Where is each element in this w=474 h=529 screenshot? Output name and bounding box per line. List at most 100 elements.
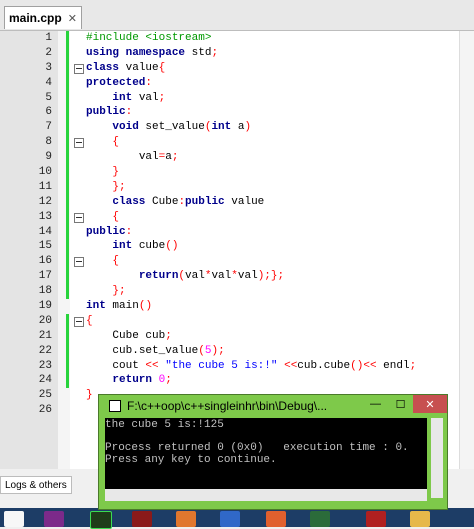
tab-label: main.cpp — [9, 11, 62, 25]
code-text: #include <iostream> — [86, 32, 212, 44]
line-number: 5 — [45, 91, 52, 104]
change-bar — [66, 135, 69, 151]
code-text: int val; — [112, 91, 166, 104]
line-number: 9 — [45, 151, 52, 164]
console-title: F:\c++oop\c++singleinhr\bin\Debug\... — [127, 399, 328, 413]
change-bar — [66, 373, 69, 389]
console-window[interactable]: F:\c++oop\c++singleinhr\bin\Debug\... — … — [98, 394, 448, 510]
editor-vertical-scrollbar[interactable] — [459, 31, 474, 469]
console-vertical-scrollbar[interactable] — [431, 418, 443, 498]
fold-toggle-icon[interactable] — [74, 212, 84, 223]
code-text: { — [112, 210, 120, 223]
line-number: 15 — [38, 240, 52, 253]
change-bar — [66, 179, 69, 195]
tab-close-icon[interactable]: ✕ — [68, 12, 77, 25]
change-bar — [66, 209, 69, 225]
code-text: class value{ — [86, 61, 166, 74]
change-bar — [66, 269, 69, 285]
change-bar — [66, 90, 69, 106]
close-button[interactable]: ✕ — [413, 395, 447, 413]
code-text: public: — [86, 106, 133, 119]
fold-toggle-icon[interactable] — [74, 63, 84, 74]
fold-toggle-icon[interactable] — [74, 316, 84, 327]
line-number: 12 — [38, 195, 52, 208]
tab-main-cpp[interactable]: main.cpp ✕ — [4, 6, 82, 29]
fold-toggle-icon[interactable] — [74, 257, 84, 268]
code-text: cub.set_value(5); — [112, 344, 225, 357]
change-bar — [66, 343, 69, 359]
taskbar-app-icon[interactable] — [90, 511, 112, 529]
line-number: 26 — [38, 404, 52, 417]
logs-tab[interactable]: Logs & others — [0, 476, 72, 494]
line-number: 19 — [38, 300, 52, 313]
change-bar — [66, 165, 69, 180]
line-number: 17 — [38, 270, 52, 283]
taskbar-app-icon[interactable] — [366, 511, 386, 527]
change-bar — [66, 120, 69, 136]
taskbar-app-icon[interactable] — [410, 511, 430, 527]
taskbar-app-icon[interactable] — [176, 511, 196, 527]
line-number: 3 — [45, 61, 52, 74]
change-bar — [66, 313, 69, 329]
code-text: cout << "the cube 5 is:!" <<cub.cube()<<… — [112, 359, 417, 372]
taskbar-app-icon[interactable] — [4, 511, 24, 527]
code-text: { — [112, 136, 120, 149]
code-text: return(val*val*val);}; — [138, 270, 285, 283]
change-bar — [66, 328, 69, 344]
change-bar — [66, 254, 69, 270]
code-text: } — [86, 389, 93, 402]
line-number: 2 — [45, 46, 52, 59]
line-number: 18 — [38, 285, 52, 298]
change-bar — [66, 45, 69, 61]
change-bar — [66, 75, 69, 91]
code-text: int main() — [86, 300, 153, 313]
fold-toggle-icon[interactable] — [74, 138, 84, 149]
change-bar — [66, 284, 69, 300]
line-number: 23 — [38, 359, 52, 372]
change-bar — [66, 358, 69, 374]
line-number: 20 — [38, 314, 52, 327]
change-bar — [66, 194, 69, 210]
taskbar-app-icon[interactable] — [266, 511, 286, 527]
line-number: 11 — [38, 180, 52, 193]
code-text: protected: — [86, 76, 153, 89]
line-number: 25 — [38, 389, 52, 402]
code-text: Cube cub; — [112, 329, 172, 342]
code-text: int cube() — [112, 240, 179, 253]
code-text: } — [112, 166, 120, 179]
line-number: 13 — [38, 210, 52, 223]
taskbar-app-icon[interactable] — [44, 511, 64, 527]
editor-tab-bar: main.cpp ✕ — [0, 0, 474, 31]
change-bar — [66, 239, 69, 255]
line-number: 21 — [38, 329, 52, 342]
console-icon — [109, 400, 121, 412]
change-bar — [66, 150, 69, 166]
line-number: 22 — [38, 344, 52, 357]
code-text: }; — [112, 180, 126, 193]
code-text: val=a; — [138, 151, 179, 164]
console-output: the cube 5 is:!125 Process returned 0 (0… — [105, 418, 427, 489]
line-number: 6 — [45, 106, 52, 119]
taskbar-app-icon[interactable] — [220, 511, 240, 527]
line-number: 8 — [45, 136, 52, 149]
line-number: 7 — [45, 121, 52, 134]
line-number: 1 — [45, 32, 52, 44]
code-text: void set_value(int a) — [112, 121, 252, 134]
taskbar — [0, 508, 474, 529]
code-text: { — [112, 255, 120, 268]
change-bar — [66, 105, 69, 121]
taskbar-app-icon[interactable] — [132, 511, 152, 527]
taskbar-app-icon[interactable] — [310, 511, 330, 527]
console-horizontal-scrollbar[interactable] — [105, 489, 427, 501]
minimize-button[interactable]: — — [363, 395, 388, 413]
code-text: class Cube:public value — [112, 195, 265, 208]
change-bar — [66, 224, 69, 240]
code-text: { — [86, 314, 93, 327]
line-number: 4 — [45, 76, 52, 89]
code-text: public: — [86, 225, 133, 238]
line-number: 16 — [38, 255, 52, 268]
maximize-button[interactable]: ☐ — [388, 395, 413, 413]
line-number: 14 — [38, 225, 52, 238]
line-number: 24 — [38, 374, 52, 387]
line-number: 10 — [38, 166, 52, 179]
